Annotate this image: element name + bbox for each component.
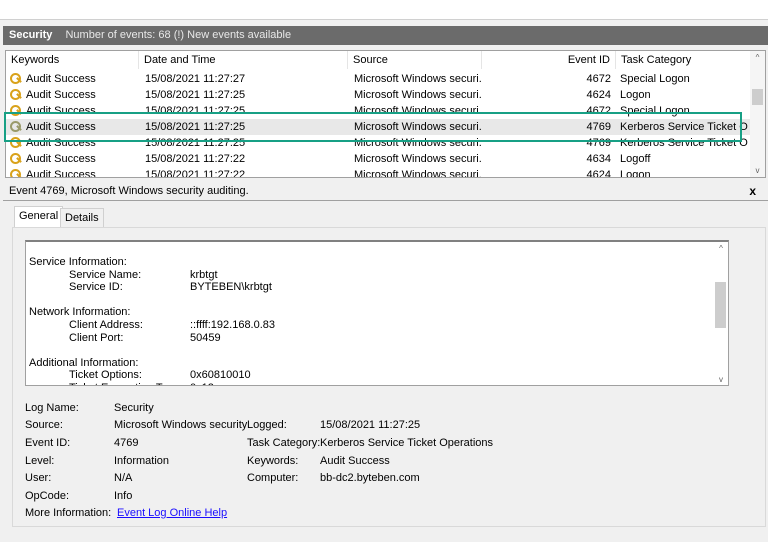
date-cell: 15/08/2021 11:27:27 bbox=[145, 73, 246, 85]
event-row[interactable]: Audit Success 15/08/2021 11:27:27 Microsof… bbox=[6, 71, 751, 87]
window-top-band bbox=[0, 0, 768, 20]
keywords-cell: Audit Success bbox=[26, 153, 96, 165]
description-label: Client Port: bbox=[69, 331, 124, 344]
logged-value: 15/08/2021 11:27:25 bbox=[320, 419, 421, 431]
scroll-up-icon[interactable]: ^ bbox=[750, 53, 765, 62]
source-cell: Microsoft Windows securi... bbox=[354, 89, 482, 101]
event-description-box[interactable]: Service Information: Service Name: krbtgt S… bbox=[25, 240, 729, 386]
event-row[interactable]: Audit Success 15/08/2021 11:27:22 Microsof… bbox=[6, 167, 751, 178]
description-value: 0x12 bbox=[190, 382, 214, 385]
description-value: 0x60810010 bbox=[190, 369, 251, 382]
event-id-value: 4769 bbox=[114, 437, 139, 449]
keywords-cell: Audit Success bbox=[26, 169, 96, 178]
event-log-online-help-link[interactable]: Event Log Online Help bbox=[117, 507, 227, 519]
task-category-value: Kerberos Service Ticket Operations bbox=[320, 437, 494, 449]
description-value: ::ffff:192.168.0.83 bbox=[190, 319, 276, 331]
scroll-thumb[interactable] bbox=[715, 282, 726, 328]
event-row[interactable]: Audit Success 15/08/2021 11:27:22 Microsof… bbox=[6, 151, 751, 167]
user-value: N/A bbox=[114, 472, 133, 484]
description-label: Network Information: bbox=[29, 306, 131, 319]
description-value: BYTEBEN\krbtgt bbox=[190, 281, 272, 294]
keywords-cell: Audit Success bbox=[26, 73, 96, 85]
task-category-cell: Logon bbox=[620, 169, 651, 178]
opcode-value: Info bbox=[114, 490, 133, 502]
scroll-down-icon[interactable]: v bbox=[750, 166, 765, 175]
description-label: Ticket Options: bbox=[69, 369, 142, 382]
description-scrollbar[interactable]: ^ v bbox=[714, 242, 728, 385]
log-title: Security bbox=[9, 29, 53, 41]
description-label: Ticket Encryption Type: bbox=[69, 382, 183, 385]
description-value: krbtgt bbox=[190, 268, 218, 281]
event-id-cell: 4672 bbox=[586, 73, 611, 85]
log-header-bar: Security Number of events: 68 (!) New ev… bbox=[3, 26, 768, 45]
column-header-date[interactable]: Date and Time bbox=[139, 51, 348, 69]
opcode-label: OpCode: bbox=[25, 490, 70, 502]
user-label: User: bbox=[25, 472, 52, 484]
description-label: Service Name: bbox=[69, 268, 142, 281]
event-id-cell: 4624 bbox=[586, 89, 611, 101]
source-cell: Microsoft Windows securi... bbox=[354, 153, 482, 165]
scroll-thumb[interactable] bbox=[752, 89, 763, 105]
source-cell: Microsoft Windows securi... bbox=[354, 169, 482, 178]
level-value: Information bbox=[114, 455, 170, 467]
event-id-cell: 4634 bbox=[586, 153, 611, 165]
column-header-task-category[interactable]: Task Category bbox=[616, 51, 751, 69]
tab-general[interactable]: General bbox=[14, 206, 64, 227]
log-name-value: Security bbox=[114, 402, 154, 414]
description-label: Service Information: bbox=[29, 256, 127, 268]
close-icon[interactable]: x bbox=[749, 182, 756, 201]
event-count-status: Number of events: 68 (!) New events avai… bbox=[65, 29, 292, 41]
scroll-up-icon[interactable]: ^ bbox=[714, 244, 728, 253]
scroll-down-icon[interactable]: v bbox=[714, 375, 728, 384]
more-info-label: More Information: bbox=[25, 507, 112, 519]
date-cell: 15/08/2021 11:27:22 bbox=[145, 169, 246, 178]
keywords-cell: Audit Success bbox=[26, 89, 96, 101]
logged-label: Logged: bbox=[247, 419, 287, 431]
tab-details[interactable]: Details bbox=[60, 208, 104, 227]
computer-label: Computer: bbox=[247, 472, 299, 484]
date-cell: 15/08/2021 11:27:25 bbox=[145, 89, 246, 101]
source-value: Microsoft Windows security bbox=[114, 419, 248, 431]
log-name-label: Log Name: bbox=[25, 402, 79, 414]
column-header-keywords[interactable]: Keywords bbox=[6, 51, 139, 69]
description-value: 50459 bbox=[190, 331, 221, 344]
event-row[interactable]: Audit Success 15/08/2021 11:27:25 Microsof… bbox=[6, 87, 751, 103]
event-id-label: Event ID: bbox=[25, 437, 71, 449]
source-label: Source: bbox=[25, 419, 63, 431]
task-category-cell: Special Logon bbox=[620, 73, 690, 85]
task-category-cell: Logoff bbox=[620, 153, 651, 165]
date-cell: 15/08/2021 11:27:22 bbox=[145, 153, 246, 165]
column-header-event-id[interactable]: Event ID bbox=[482, 51, 616, 69]
description-label: Additional Information: bbox=[29, 356, 139, 369]
event-id-cell: 4624 bbox=[586, 169, 611, 178]
task-category-cell: Logon bbox=[620, 89, 651, 101]
source-cell: Microsoft Windows securi... bbox=[354, 73, 482, 85]
key-icon bbox=[10, 169, 22, 177]
description-label: Service ID: bbox=[69, 281, 123, 294]
description-label: Client Address: bbox=[69, 319, 143, 331]
event-detail-title: Event 4769, Microsoft Windows security a… bbox=[3, 182, 768, 201]
level-label: Level: bbox=[25, 455, 55, 467]
selected-row-highlight bbox=[4, 112, 742, 142]
key-icon bbox=[10, 153, 22, 165]
event-list-scrollbar[interactable]: ^ v bbox=[750, 51, 765, 177]
keywords-value: Audit Success bbox=[320, 455, 390, 467]
column-header-source[interactable]: Source bbox=[348, 51, 482, 69]
task-category-label: Task Category: bbox=[247, 437, 321, 449]
key-icon bbox=[10, 73, 22, 85]
keywords-label: Keywords: bbox=[247, 455, 299, 467]
computer-value: bb-dc2.byteben.com bbox=[320, 472, 420, 484]
key-icon bbox=[10, 89, 22, 101]
